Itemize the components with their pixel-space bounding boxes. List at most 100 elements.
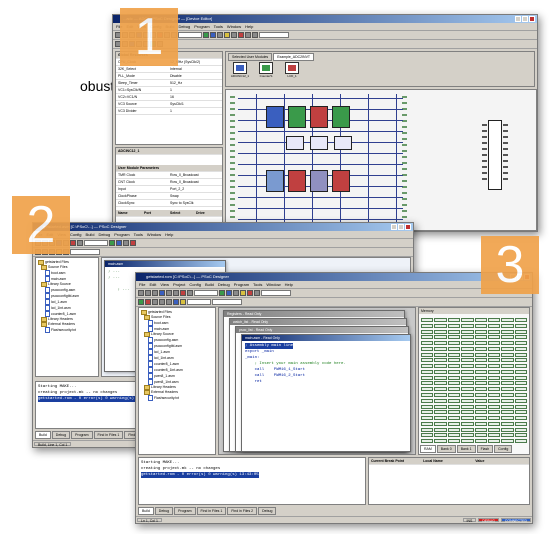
memory-cell[interactable]	[434, 335, 447, 340]
memory-cell[interactable]	[474, 375, 487, 380]
memory-cell[interactable]	[487, 335, 501, 340]
param-value[interactable]: 16	[170, 94, 222, 100]
tab-example[interactable]: Example_ADC2INVT	[273, 53, 315, 61]
menu-item-help[interactable]: Help	[165, 232, 173, 237]
memory-cell[interactable]	[461, 341, 474, 346]
memory-cell[interactable]	[434, 369, 447, 374]
memory-cell[interactable]	[474, 352, 487, 357]
um-param-row[interactable]: ClockSync Sync to SysClk	[116, 200, 222, 207]
menu-item-window[interactable]: Window	[266, 282, 280, 287]
memory-cell[interactable]	[514, 421, 527, 426]
memory-cell[interactable]	[487, 439, 501, 444]
memory-cell[interactable]	[421, 323, 434, 328]
output-tab[interactable]: Program	[174, 507, 196, 515]
interconnect-icon[interactable]	[231, 32, 237, 38]
memory-cell[interactable]	[421, 392, 434, 397]
copy-icon[interactable]	[166, 290, 172, 296]
memory-cell[interactable]	[461, 387, 474, 392]
global-param-row[interactable]: VC1=SysClk/N 1	[116, 87, 222, 94]
memory-cell[interactable]	[447, 323, 461, 328]
memory-cell[interactable]	[447, 335, 461, 340]
memory-cell[interactable]	[434, 410, 447, 415]
pinout-icon[interactable]	[240, 290, 246, 296]
menu-item-window[interactable]: Window	[147, 232, 161, 237]
memory-cell[interactable]	[461, 358, 474, 363]
memory-cell[interactable]	[447, 369, 461, 374]
memory-cell[interactable]	[487, 404, 501, 409]
memory-cell[interactable]	[501, 358, 514, 363]
memory-cell[interactable]	[501, 323, 514, 328]
memory-cell[interactable]	[434, 352, 447, 357]
memory-cell[interactable]	[501, 421, 514, 426]
param-value[interactable]: Internal	[170, 66, 222, 72]
memory-cell[interactable]	[447, 352, 461, 357]
memory-cell[interactable]	[434, 375, 447, 380]
memory-cell[interactable]	[447, 329, 461, 334]
memory-cell[interactable]	[514, 323, 527, 328]
memory-cell[interactable]	[501, 398, 514, 403]
analog-block[interactable]	[334, 136, 352, 150]
memory-cell[interactable]	[514, 392, 527, 397]
memory-cell[interactable]	[461, 346, 474, 351]
memory-cell[interactable]	[434, 318, 447, 322]
memory-cell[interactable]	[487, 410, 501, 415]
memory-cell[interactable]	[487, 323, 501, 328]
digital-block[interactable]	[332, 106, 350, 128]
memory-cell[interactable]	[421, 369, 434, 374]
generate-icon[interactable]	[226, 290, 232, 296]
open-icon[interactable]	[145, 290, 151, 296]
memory-cell[interactable]	[474, 369, 487, 374]
param-value[interactable]: Row_0_Broadcast	[170, 172, 222, 178]
memory-cell[interactable]	[487, 398, 501, 403]
maximize-icon[interactable]	[522, 16, 528, 22]
close-icon[interactable]	[529, 16, 535, 22]
param-value[interactable]: Sync to SysClk	[170, 200, 222, 206]
memory-cell[interactable]	[514, 398, 527, 403]
memory-cell[interactable]	[514, 318, 527, 322]
memory-cell[interactable]	[434, 364, 447, 369]
memory-cell[interactable]	[434, 346, 447, 351]
window2-titlebar[interactable]: getstarted.asm [C:\PSoC\...] — PSoC Desi…	[33, 223, 413, 231]
memory-cell[interactable]	[461, 375, 474, 380]
memory-cell[interactable]	[514, 364, 527, 369]
memory-cell[interactable]	[447, 375, 461, 380]
memory-cell[interactable]	[461, 329, 474, 334]
memory-cell[interactable]	[487, 387, 501, 392]
memory-cell[interactable]	[487, 352, 501, 357]
tab-selected-modules[interactable]: Selected User Modules	[228, 53, 273, 61]
menu-item-help[interactable]: Help	[245, 24, 253, 29]
memory-cell[interactable]	[514, 410, 527, 415]
memory-cell[interactable]	[501, 369, 514, 374]
memory-cell[interactable]	[501, 416, 514, 421]
program-icon[interactable]	[245, 32, 251, 38]
memory-cell[interactable]	[421, 387, 434, 392]
um-param-row[interactable]: Input Port_2_2	[116, 186, 222, 193]
param-value[interactable]: 512_Hz	[170, 80, 222, 86]
output-tab[interactable]: Debug	[154, 507, 174, 515]
program-icon[interactable]	[254, 290, 260, 296]
memory-cell[interactable]	[434, 416, 447, 421]
window3-function-select[interactable]	[212, 299, 242, 305]
output-tab[interactable]: Find in Files 1	[196, 507, 227, 515]
reset-icon[interactable]	[173, 299, 179, 305]
memory-cell[interactable]	[514, 381, 527, 386]
memory-cell[interactable]	[461, 369, 474, 374]
generate-icon[interactable]	[210, 32, 216, 38]
memory-cell[interactable]	[421, 433, 434, 438]
interconnect-view[interactable]	[225, 89, 537, 231]
param-value[interactable]: Swap	[170, 193, 222, 199]
new-icon[interactable]	[138, 290, 144, 296]
memory-cell[interactable]	[487, 364, 501, 369]
tree-item[interactable]: Flashsecurity.txt	[38, 327, 96, 333]
menu-item-project[interactable]: Project	[173, 282, 185, 287]
memory-cell[interactable]	[514, 404, 527, 409]
menu-item-debug[interactable]: Debug	[98, 232, 110, 237]
param-value[interactable]: Port_2_2	[170, 186, 222, 192]
step-into-icon[interactable]	[152, 299, 158, 305]
menu-item-file[interactable]: File	[139, 282, 145, 287]
memory-cell[interactable]	[501, 364, 514, 369]
param-value[interactable]: Disable	[170, 73, 222, 79]
window1-part-select[interactable]	[259, 32, 289, 38]
param-value[interactable]: SysClk/1	[170, 101, 222, 107]
memory-cell[interactable]	[514, 346, 527, 351]
